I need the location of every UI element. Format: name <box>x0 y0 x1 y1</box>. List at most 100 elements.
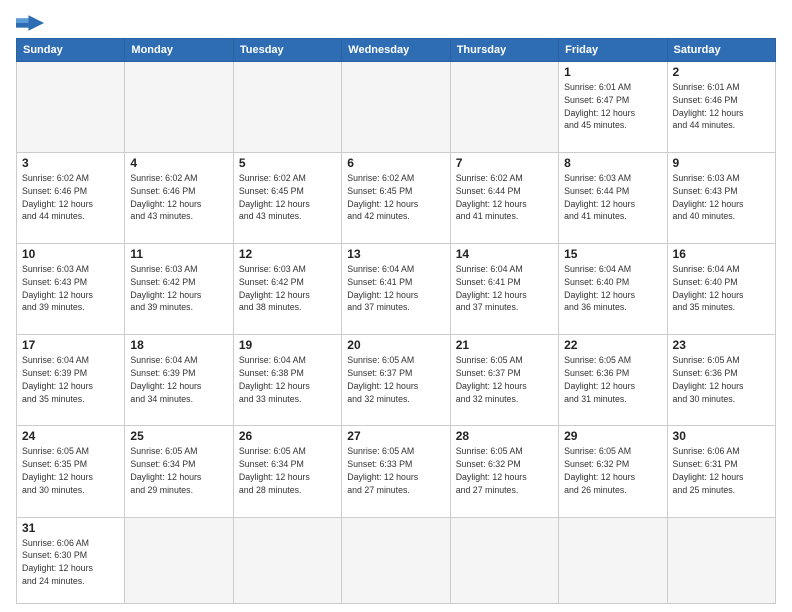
day-info: Sunrise: 6:05 AM Sunset: 6:36 PM Dayligh… <box>564 354 661 405</box>
weekday-header-wednesday: Wednesday <box>342 39 450 62</box>
day-number: 22 <box>564 338 661 352</box>
day-number: 14 <box>456 247 553 261</box>
day-number: 24 <box>22 429 119 443</box>
day-number: 21 <box>456 338 553 352</box>
week-row-4: 24 Sunrise: 6:05 AM Sunset: 6:35 PM Dayli… <box>17 426 776 517</box>
calendar-cell: 12Sunrise: 6:03 AM Sunset: 6:42 PM Dayli… <box>233 244 341 335</box>
day-info: Sunrise: 6:05 AM Sunset: 6:32 PM Dayligh… <box>456 445 553 496</box>
calendar-cell: 29 Sunrise: 6:05 AM Sunset: 6:32 PM Dayli… <box>559 426 667 517</box>
day-info: Sunrise: 6:04 AM Sunset: 6:40 PM Dayligh… <box>564 263 661 314</box>
day-info: Sunrise: 6:03 AM Sunset: 6:42 PM Dayligh… <box>239 263 336 314</box>
calendar-cell: 7 Sunrise: 6:02 AM Sunset: 6:44 PM Daylig… <box>450 153 558 244</box>
calendar-cell <box>233 517 341 603</box>
weekday-header-friday: Friday <box>559 39 667 62</box>
calendar-cell: 13Sunrise: 6:04 AM Sunset: 6:41 PM Dayli… <box>342 244 450 335</box>
day-info: Sunrise: 6:05 AM Sunset: 6:34 PM Dayligh… <box>239 445 336 496</box>
week-row-2: 10 Sunrise: 6:03 AM Sunset: 6:43 PM Dayli… <box>17 244 776 335</box>
day-info: Sunrise: 6:03 AM Sunset: 6:42 PM Dayligh… <box>130 263 227 314</box>
weekday-header-saturday: Saturday <box>667 39 775 62</box>
day-info: Sunrise: 6:02 AM Sunset: 6:45 PM Dayligh… <box>347 172 444 223</box>
week-row-1: 3 Sunrise: 6:02 AM Sunset: 6:46 PM Daylig… <box>17 153 776 244</box>
day-info: Sunrise: 6:02 AM Sunset: 6:44 PM Dayligh… <box>456 172 553 223</box>
day-info: Sunrise: 6:04 AM Sunset: 6:39 PM Dayligh… <box>22 354 119 405</box>
day-info: Sunrise: 6:04 AM Sunset: 6:40 PM Dayligh… <box>673 263 770 314</box>
week-row-0: 1 Sunrise: 6:01 AM Sunset: 6:47 PM Daylig… <box>17 62 776 153</box>
header <box>16 12 776 34</box>
day-number: 30 <box>673 429 770 443</box>
day-info: Sunrise: 6:04 AM Sunset: 6:39 PM Dayligh… <box>130 354 227 405</box>
day-info: Sunrise: 6:06 AM Sunset: 6:31 PM Dayligh… <box>673 445 770 496</box>
calendar-cell: 19Sunrise: 6:04 AM Sunset: 6:38 PM Dayli… <box>233 335 341 426</box>
day-info: Sunrise: 6:01 AM Sunset: 6:47 PM Dayligh… <box>564 81 661 132</box>
weekday-header-row: SundayMondayTuesdayWednesdayThursdayFrid… <box>17 39 776 62</box>
calendar-cell: 15 Sunrise: 6:04 AM Sunset: 6:40 PM Dayli… <box>559 244 667 335</box>
calendar-cell: 1 Sunrise: 6:01 AM Sunset: 6:47 PM Daylig… <box>559 62 667 153</box>
calendar-cell: 21 Sunrise: 6:05 AM Sunset: 6:37 PM Dayli… <box>450 335 558 426</box>
day-info: Sunrise: 6:01 AM Sunset: 6:46 PM Dayligh… <box>673 81 770 132</box>
day-number: 29 <box>564 429 661 443</box>
day-number: 23 <box>673 338 770 352</box>
calendar-cell: 11Sunrise: 6:03 AM Sunset: 6:42 PM Dayli… <box>125 244 233 335</box>
day-number: 13 <box>347 247 444 261</box>
calendar-cell <box>559 517 667 603</box>
calendar-cell <box>667 517 775 603</box>
calendar-cell: 28 Sunrise: 6:05 AM Sunset: 6:32 PM Dayli… <box>450 426 558 517</box>
day-info: Sunrise: 6:05 AM Sunset: 6:33 PM Dayligh… <box>347 445 444 496</box>
day-info: Sunrise: 6:05 AM Sunset: 6:37 PM Dayligh… <box>456 354 553 405</box>
calendar-cell: 20Sunrise: 6:05 AM Sunset: 6:37 PM Dayli… <box>342 335 450 426</box>
day-info: Sunrise: 6:05 AM Sunset: 6:32 PM Dayligh… <box>564 445 661 496</box>
day-info: Sunrise: 6:04 AM Sunset: 6:41 PM Dayligh… <box>456 263 553 314</box>
calendar-cell: 14 Sunrise: 6:04 AM Sunset: 6:41 PM Dayli… <box>450 244 558 335</box>
calendar-cell: 26 Sunrise: 6:05 AM Sunset: 6:34 PM Dayli… <box>233 426 341 517</box>
day-info: Sunrise: 6:03 AM Sunset: 6:43 PM Dayligh… <box>22 263 119 314</box>
day-number: 6 <box>347 156 444 170</box>
calendar-cell <box>233 62 341 153</box>
day-number: 10 <box>22 247 119 261</box>
day-number: 28 <box>456 429 553 443</box>
day-info: Sunrise: 6:05 AM Sunset: 6:35 PM Dayligh… <box>22 445 119 496</box>
calendar-cell: 8Sunrise: 6:03 AM Sunset: 6:44 PM Daylig… <box>559 153 667 244</box>
calendar-cell: 24 Sunrise: 6:05 AM Sunset: 6:35 PM Dayli… <box>17 426 125 517</box>
calendar-cell: 2 Sunrise: 6:01 AM Sunset: 6:46 PM Daylig… <box>667 62 775 153</box>
day-info: Sunrise: 6:06 AM Sunset: 6:30 PM Dayligh… <box>22 537 119 588</box>
day-info: Sunrise: 6:03 AM Sunset: 6:43 PM Dayligh… <box>673 172 770 223</box>
day-info: Sunrise: 6:05 AM Sunset: 6:37 PM Dayligh… <box>347 354 444 405</box>
calendar-cell: 5Sunrise: 6:02 AM Sunset: 6:45 PM Daylig… <box>233 153 341 244</box>
day-number: 27 <box>347 429 444 443</box>
calendar-cell <box>125 62 233 153</box>
calendar-cell: 30 Sunrise: 6:06 AM Sunset: 6:31 PM Dayli… <box>667 426 775 517</box>
calendar-cell: 4 Sunrise: 6:02 AM Sunset: 6:46 PM Daylig… <box>125 153 233 244</box>
calendar-cell: 17Sunrise: 6:04 AM Sunset: 6:39 PM Dayli… <box>17 335 125 426</box>
weekday-header-monday: Monday <box>125 39 233 62</box>
day-number: 26 <box>239 429 336 443</box>
calendar-cell: 9 Sunrise: 6:03 AM Sunset: 6:43 PM Daylig… <box>667 153 775 244</box>
day-number: 7 <box>456 156 553 170</box>
day-number: 4 <box>130 156 227 170</box>
day-info: Sunrise: 6:05 AM Sunset: 6:34 PM Dayligh… <box>130 445 227 496</box>
day-number: 1 <box>564 65 661 79</box>
day-info: Sunrise: 6:02 AM Sunset: 6:45 PM Dayligh… <box>239 172 336 223</box>
day-info: Sunrise: 6:02 AM Sunset: 6:46 PM Dayligh… <box>130 172 227 223</box>
day-number: 3 <box>22 156 119 170</box>
weekday-header-tuesday: Tuesday <box>233 39 341 62</box>
calendar-cell: 25Sunrise: 6:05 AM Sunset: 6:34 PM Dayli… <box>125 426 233 517</box>
calendar-cell: 10 Sunrise: 6:03 AM Sunset: 6:43 PM Dayli… <box>17 244 125 335</box>
calendar-cell <box>450 517 558 603</box>
calendar-cell <box>17 62 125 153</box>
day-number: 8 <box>564 156 661 170</box>
weekday-header-thursday: Thursday <box>450 39 558 62</box>
logo <box>16 12 48 34</box>
day-number: 9 <box>673 156 770 170</box>
calendar-table: SundayMondayTuesdayWednesdayThursdayFrid… <box>16 38 776 604</box>
week-row-5: 31Sunrise: 6:06 AM Sunset: 6:30 PM Dayli… <box>17 517 776 603</box>
page: SundayMondayTuesdayWednesdayThursdayFrid… <box>0 0 792 612</box>
calendar-cell <box>450 62 558 153</box>
calendar-cell: 31Sunrise: 6:06 AM Sunset: 6:30 PM Dayli… <box>17 517 125 603</box>
day-number: 15 <box>564 247 661 261</box>
day-info: Sunrise: 6:04 AM Sunset: 6:38 PM Dayligh… <box>239 354 336 405</box>
calendar-cell: 3Sunrise: 6:02 AM Sunset: 6:46 PM Daylig… <box>17 153 125 244</box>
calendar-cell: 23Sunrise: 6:05 AM Sunset: 6:36 PM Dayli… <box>667 335 775 426</box>
calendar-cell: 18Sunrise: 6:04 AM Sunset: 6:39 PM Dayli… <box>125 335 233 426</box>
day-number: 2 <box>673 65 770 79</box>
calendar-cell: 27 Sunrise: 6:05 AM Sunset: 6:33 PM Dayli… <box>342 426 450 517</box>
